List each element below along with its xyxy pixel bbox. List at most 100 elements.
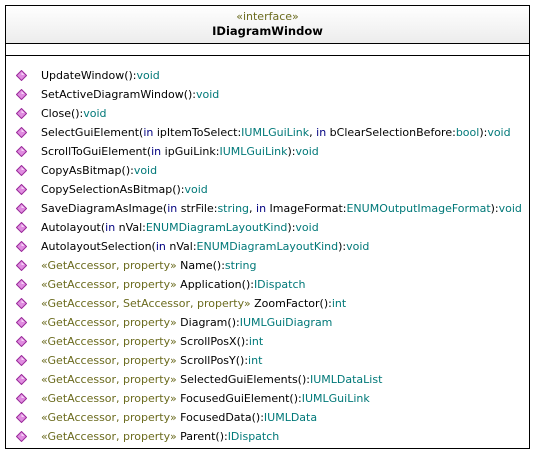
public-operation-icon [16, 146, 27, 157]
public-operation-icon [16, 127, 27, 138]
interface-stereotype: «interface» [236, 10, 299, 23]
operation-suffix: ): [240, 335, 249, 348]
operation-return-type: IDispatch [253, 278, 306, 291]
operation-stereotype: «GetAccessor, property» [41, 278, 181, 291]
public-operation-icon [16, 222, 27, 233]
operation-name: CopyAsBitmap( [41, 164, 126, 177]
operation-return-type: void [195, 88, 220, 101]
operation-row[interactable]: Autolayout(in nVal:ENUMDiagramLayoutKind… [6, 218, 529, 237]
operation-name: ScrollPosY( [180, 354, 241, 367]
operation-row[interactable]: CopyAsBitmap():void [6, 161, 529, 180]
operation-suffix: ): [231, 316, 240, 329]
operation-name: Close( [41, 107, 76, 120]
operation-name: Diagram( [180, 316, 232, 329]
param-direction: in [316, 126, 327, 139]
operation-suffix: ): [216, 259, 225, 272]
param-type: IUMLGuiLink [241, 126, 310, 139]
param-type: ENUMOutputImageFormat [346, 202, 491, 215]
param-direction: in [143, 126, 154, 139]
param-type: string [217, 202, 250, 215]
operation-name: ZoomFactor( [254, 297, 324, 310]
operation-return-type: void [184, 183, 208, 196]
operation-stereotype: «GetAccessor, SetAccessor, property» [41, 297, 255, 310]
operation-stereotype: «GetAccessor, property» [41, 373, 181, 386]
public-operation-icon [16, 279, 27, 290]
operation-name: SaveDiagramAsImage( [41, 202, 168, 215]
param-type: ENUMDiagramLayoutKind [145, 221, 288, 234]
public-operation-icon [16, 70, 27, 81]
operation-suffix: ): [301, 373, 310, 386]
public-operation-icon [16, 336, 27, 347]
operation-row[interactable]: «GetAccessor, property» Name():string [6, 256, 529, 275]
operation-name: SetActiveDiagramWindow( [41, 88, 188, 101]
param-name: nVal: [115, 221, 146, 234]
class-header: «interface» IDiagramWindow [6, 6, 529, 44]
operation-suffix: ): [128, 69, 137, 82]
operation-return-type: void [346, 240, 370, 253]
interface-name: IDiagramWindow [212, 24, 323, 38]
operation-suffix: ): [338, 240, 347, 253]
param-direction: in [155, 240, 166, 253]
operation-row[interactable]: «GetAccessor, property» Diagram():IUMLGu… [6, 313, 529, 332]
operation-name: ScrollPosX( [180, 335, 241, 348]
operation-stereotype: «GetAccessor, property» [41, 354, 181, 367]
operation-row[interactable]: «GetAccessor, property» ScrollPosX():int [6, 332, 529, 351]
operation-suffix: ): [219, 430, 228, 443]
operation-suffix: ): [176, 183, 185, 196]
operation-stereotype: «GetAccessor, property» [41, 259, 181, 272]
public-operation-icon [16, 241, 27, 252]
operation-suffix: ): [125, 164, 134, 177]
public-operation-icon [16, 165, 27, 176]
operation-row[interactable]: «GetAccessor, property» Parent():IDispat… [6, 427, 529, 446]
operation-name: Application( [180, 278, 246, 291]
param-direction: in [151, 145, 162, 158]
operation-return-type: int [248, 335, 264, 348]
operation-suffix: ): [293, 392, 302, 405]
operation-suffix: ): [255, 411, 264, 424]
operation-name: SelectGuiElement( [41, 126, 144, 139]
operation-row[interactable]: «GetAccessor, property» ScrollPosY():int [6, 351, 529, 370]
operation-row[interactable]: ScrollToGuiElement(in ipGuiLink:IUMLGuiL… [6, 142, 529, 161]
operation-suffix: ): [490, 202, 499, 215]
operation-row[interactable]: «GetAccessor, property» FocusedGuiElemen… [6, 389, 529, 408]
operation-row[interactable]: UpdateWindow():void [6, 66, 529, 85]
operation-row[interactable]: «GetAccessor, property» FocusedData():IU… [6, 408, 529, 427]
operation-return-type: void [498, 202, 522, 215]
operations-compartment: UpdateWindow():void SetActiveDiagramWindo… [6, 56, 529, 446]
operation-row[interactable]: AutolayoutSelection(in nVal:ENUMDiagramL… [6, 237, 529, 256]
param-type: bool [455, 126, 480, 139]
operation-name: ScrollToGuiElement( [41, 145, 152, 158]
operation-row[interactable]: «GetAccessor, property» SelectedGuiEleme… [6, 370, 529, 389]
operation-row[interactable]: Close():void [6, 104, 529, 123]
operation-name: AutolayoutSelection( [41, 240, 156, 253]
public-operation-icon [16, 355, 27, 366]
public-operation-icon [16, 431, 27, 442]
param-direction: in [256, 202, 267, 215]
operation-name: Parent( [180, 430, 220, 443]
operation-return-type: void [295, 145, 319, 158]
param-name: ipItemToSelect: [153, 126, 242, 139]
attributes-compartment [6, 44, 529, 56]
public-operation-icon [16, 412, 27, 423]
operation-return-type: int [248, 354, 263, 367]
operation-name: FocusedGuiElement( [180, 392, 294, 405]
operation-row[interactable]: CopySelectionAsBitmap():void [6, 180, 529, 199]
operation-row[interactable]: «GetAccessor, property» Application():ID… [6, 275, 529, 294]
interface-class-box[interactable]: «interface» IDiagramWindow UpdateWindow(… [5, 5, 530, 449]
operation-stereotype: «GetAccessor, property» [41, 335, 181, 348]
operation-row[interactable]: «GetAccessor, SetAccessor, property» Zoo… [6, 294, 529, 313]
operation-row[interactable]: SelectGuiElement(in ipItemToSelect:IUMLG… [6, 123, 529, 142]
operation-row[interactable]: SetActiveDiagramWindow():void [6, 85, 529, 104]
operation-stereotype: «GetAccessor, property» [41, 392, 181, 405]
operation-name: SelectedGuiElements( [180, 373, 302, 386]
param-name: ImageFormat: [266, 202, 347, 215]
operation-return-type: IUMLGuiDiagram [239, 316, 333, 329]
param-name: bClearSelectionBefore: [326, 126, 456, 139]
operation-return-type: IUMLDataList [309, 373, 383, 386]
operation-return-type: IUMLData [263, 411, 318, 424]
public-operation-icon [16, 108, 27, 119]
operation-row[interactable]: SaveDiagramAsImage(in strFile:string, in… [6, 199, 529, 218]
operation-return-type: string [224, 259, 257, 272]
public-operation-icon [16, 203, 27, 214]
operation-suffix: ): [187, 88, 196, 101]
